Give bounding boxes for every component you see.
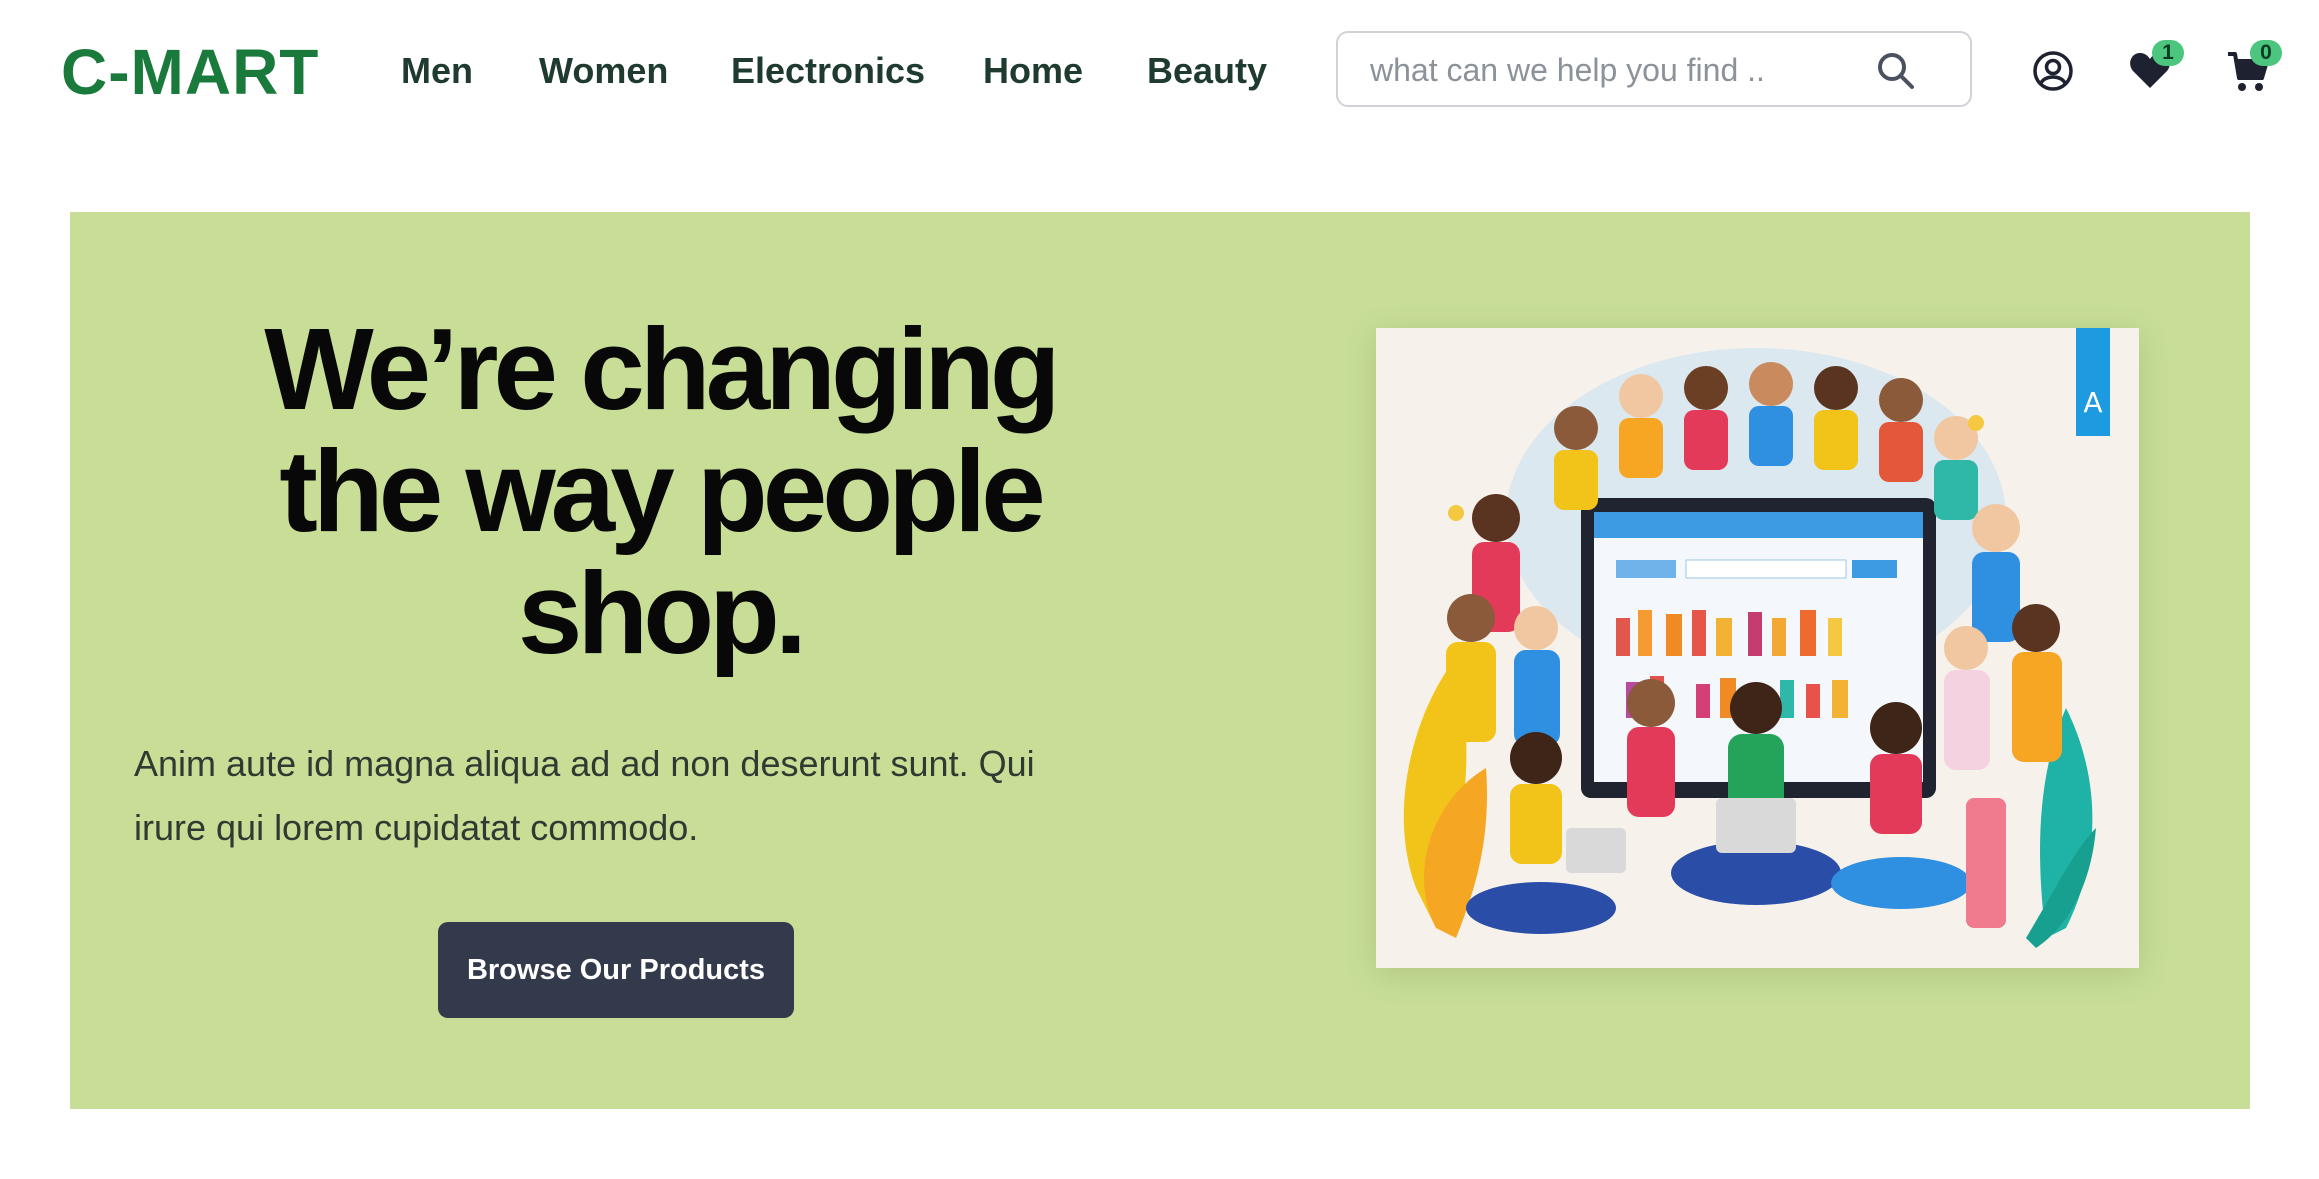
- hero-illustration: A: [1376, 328, 2139, 968]
- user-circle-icon[interactable]: [2032, 50, 2074, 92]
- browse-products-button[interactable]: Browse Our Products: [438, 922, 794, 1018]
- hero-heading-line-3: shop.: [517, 548, 807, 678]
- svg-text:A: A: [2083, 386, 2102, 419]
- hero-description: Anim aute id magna aliqua ad ad non dese…: [134, 743, 1035, 848]
- site-header: C-MART Men Women Electronics Home Beauty…: [0, 0, 2319, 150]
- cart-count-badge: 0: [2250, 40, 2282, 66]
- nav-item-home[interactable]: Home: [983, 46, 1083, 96]
- shopping-crowd-illustration: A: [1403, 328, 2110, 948]
- nav-item-beauty[interactable]: Beauty: [1147, 46, 1267, 96]
- brand-logo[interactable]: C-MART: [61, 36, 319, 108]
- hero-heading-line-2: the way people: [279, 426, 1046, 556]
- hero-banner: We’re changing the way people shop. Anim…: [70, 212, 2250, 1109]
- nav-item-electronics[interactable]: Electronics: [731, 46, 925, 96]
- search-input[interactable]: [1368, 47, 1852, 93]
- hero-heading-line-1: We’re changing: [264, 304, 1061, 434]
- nav-item-men[interactable]: Men: [401, 46, 473, 96]
- hero-heading: We’re changing the way people shop.: [190, 308, 1130, 674]
- nav-item-women[interactable]: Women: [539, 46, 668, 96]
- wishlist-count-badge: 1: [2152, 40, 2184, 66]
- wishlist-button[interactable]: 1: [2128, 40, 2188, 96]
- search-icon[interactable]: [1874, 49, 1918, 93]
- search-box: [1336, 31, 1972, 107]
- cart-button[interactable]: 0: [2226, 40, 2290, 96]
